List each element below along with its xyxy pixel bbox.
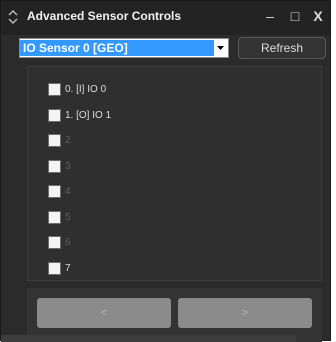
sort-arrows-icon [7,9,19,25]
io-checkbox[interactable] [48,236,61,249]
io-checkbox[interactable] [48,185,61,198]
io-checkbox[interactable] [48,210,61,224]
io-checkbox[interactable] [48,83,61,96]
io-item-label: 2 [65,135,71,146]
io-item-label: 3 [65,160,71,172]
io-item-label: 4 [65,186,71,197]
sensor-select[interactable]: IO Sensor 0 [GEO] [19,38,229,58]
io-checkbox[interactable] [48,108,61,122]
io-item-label: 6 [65,237,71,248]
io-checkbox[interactable] [48,159,61,173]
previous-page-button[interactable]: < [37,298,171,328]
maximize-button[interactable]: □ [286,6,304,26]
dropdown-arrow-icon[interactable] [214,40,227,56]
io-item-label: 0. [I] IO 0 [65,84,107,95]
io-item-label: 1. [O] IO 1 [65,109,112,121]
io-item-label: 5 [65,211,71,223]
navigation-panel: < > [27,288,322,342]
advanced-sensor-controls-window: Advanced Sensor Controls – □ X IO Sensor… [0,0,331,342]
io-item-label: 7 [65,262,71,274]
minimize-button[interactable]: – [261,6,279,26]
close-button[interactable]: X [309,6,327,26]
next-page-button[interactable]: > [178,298,312,328]
io-checkbox[interactable] [48,134,61,147]
refresh-button[interactable]: Refresh [238,37,326,59]
io-checkbox[interactable] [48,261,61,275]
window-title: Advanced Sensor Controls [27,9,182,23]
title-bar[interactable]: Advanced Sensor Controls – □ X [1,1,330,35]
sensor-controls-row: IO Sensor 0 [GEO] Refresh [1,35,330,61]
io-channel-list: 0. [I] IO 0 1. [O] IO 1 2 3 4 5 6 7 [27,66,322,281]
sensor-select-value: IO Sensor 0 [GEO] [20,40,215,56]
